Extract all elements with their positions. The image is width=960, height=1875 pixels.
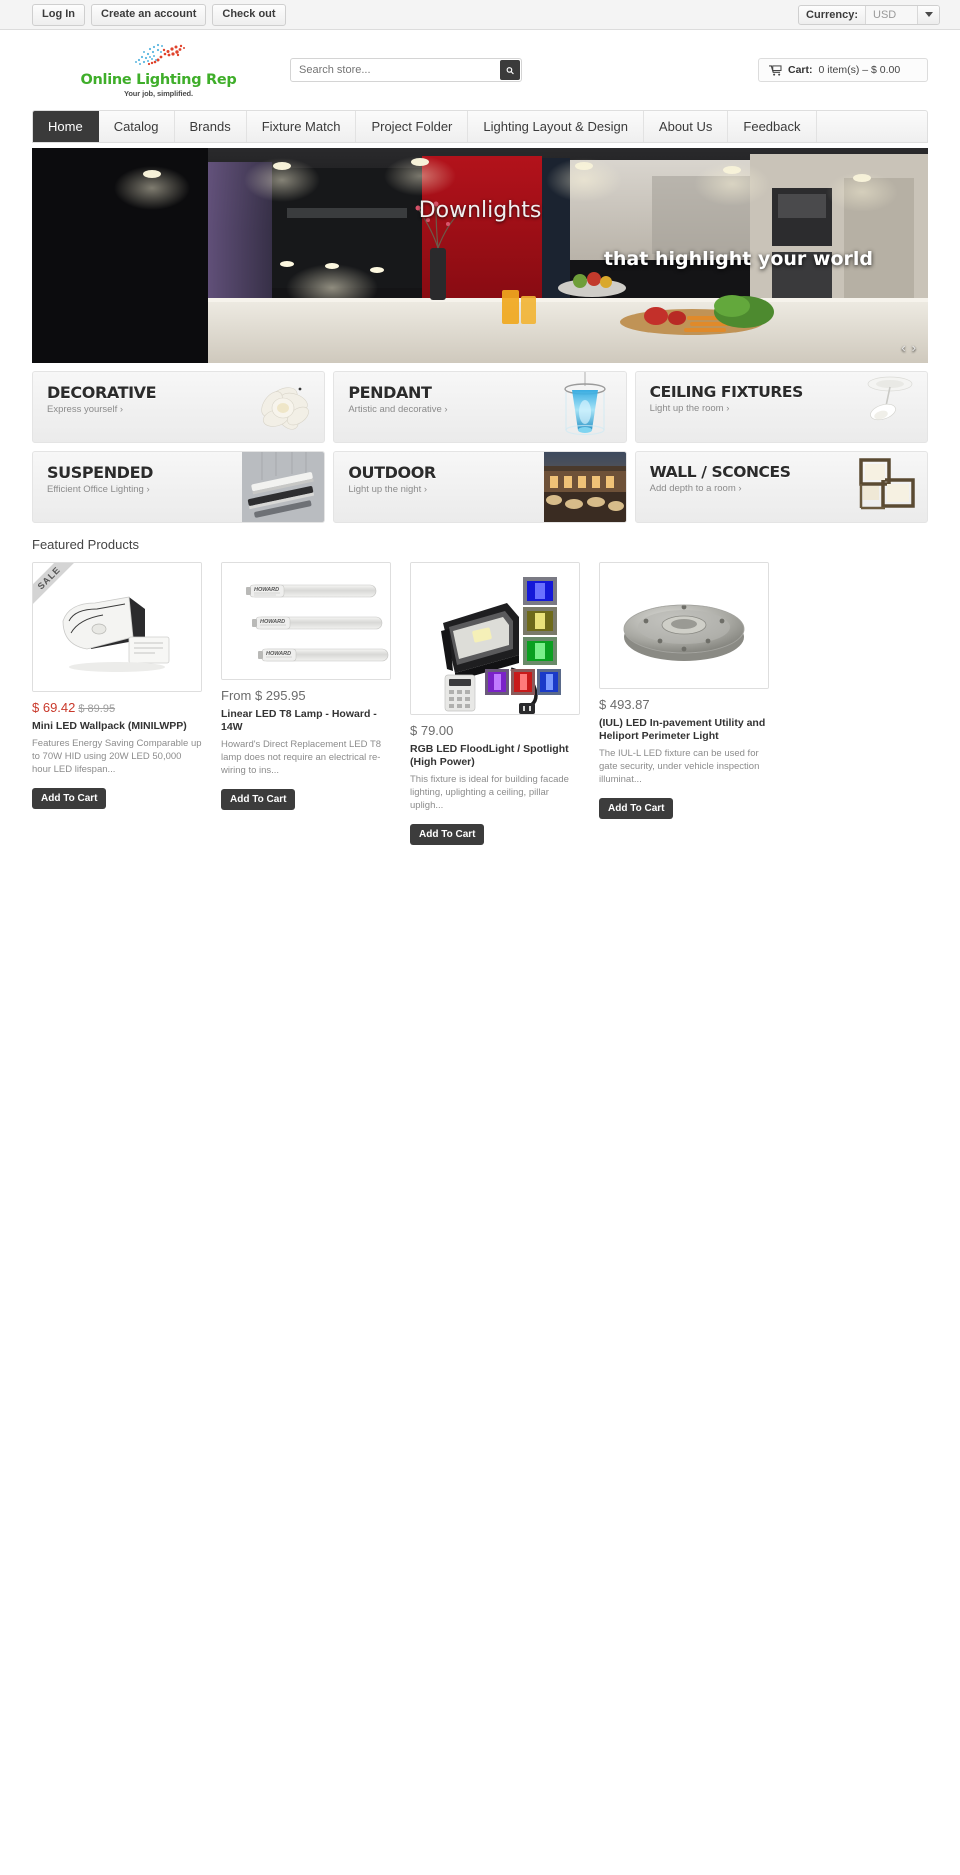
svg-text:HOWARD: HOWARD <box>266 651 291 657</box>
product-description: Features Energy Saving Comparable up to … <box>32 738 202 775</box>
category-title: OUTDOOR <box>348 463 436 482</box>
hero-banner[interactable]: Downlights that highlight your world ‹ › <box>32 148 928 363</box>
product-image-link[interactable]: HOWARD HOWARD HOWARD <box>221 562 391 680</box>
category-tiles-row-2: SUSPENDED Efficient Office Lighting › OU… <box>32 451 928 523</box>
search-form <box>290 58 522 82</box>
category-tile-outdoor[interactable]: OUTDOOR Light up the night › <box>333 451 627 523</box>
mini-led-wallpack-image <box>33 563 201 691</box>
blue-glass-pendant-icon <box>563 372 606 436</box>
nav-item-about-us[interactable]: About Us <box>644 111 729 142</box>
account-button-group: Log In Create an account Check out <box>32 3 286 26</box>
hero-carousel-controls: ‹ › <box>901 340 916 355</box>
category-title: SUSPENDED <box>47 463 153 482</box>
rgb-led-floodlight-image <box>411 563 579 714</box>
in-pavement-light-image <box>600 563 768 688</box>
product-title[interactable]: Mini LED Wallpack (MINILWPP) <box>32 720 202 733</box>
linear-led-t8-lamps-image: HOWARD HOWARD HOWARD <box>222 563 390 679</box>
category-subtitle: Express yourself › <box>47 404 124 415</box>
category-subtitle: Add depth to a room › <box>649 483 742 494</box>
white-ceiling-fixture-icon <box>867 376 913 421</box>
featured-products-grid: SALE $ 69.42 $ 89.95 Mini LED Wallpack (M… <box>32 562 928 845</box>
wall-sconce-icon <box>859 458 915 510</box>
category-subtitle: Light up the room › <box>649 403 730 414</box>
nav-item-lighting-layout-design[interactable]: Lighting Layout & Design <box>468 111 644 142</box>
product-image-link[interactable] <box>599 562 769 689</box>
logo-wordmark: Online Lighting Rep <box>80 72 237 88</box>
add-to-cart-button[interactable]: Add To Cart <box>599 798 674 819</box>
currency-label: Currency: <box>806 8 858 21</box>
top-utility-bar: Log In Create an account Check out Curre… <box>0 0 960 30</box>
hero-subheadline: that highlight your world <box>603 248 873 270</box>
search-button[interactable] <box>500 60 520 80</box>
category-tiles: DECORATIVE Express yourself › PENDANT Ar… <box>32 371 928 523</box>
logo-tagline: Your job, simplified. <box>123 89 193 98</box>
svg-text:HOWARD: HOWARD <box>254 587 279 593</box>
product-price: $ 79.00 <box>410 723 454 738</box>
currency-selector[interactable]: Currency: USD <box>798 4 940 25</box>
white-flower-pendant-icon <box>261 387 310 430</box>
product-sale-price: $ 69.42 <box>32 700 76 715</box>
category-subtitle: Efficient Office Lighting › <box>47 484 150 495</box>
currency-value: USD <box>865 5 917 24</box>
featured-products-heading: Featured Products <box>32 537 139 552</box>
logo-burst-icon <box>128 42 190 72</box>
category-subtitle: Light up the night › <box>348 484 428 495</box>
category-title: WALL / SCONCES <box>649 463 791 481</box>
product-original-price: $ 89.95 <box>78 703 116 715</box>
checkout-button[interactable]: Check out <box>212 3 286 26</box>
cart-label: Cart: <box>788 64 813 76</box>
site-header: Online Lighting Rep Your job, simplified… <box>0 30 960 110</box>
product-card: HOWARD HOWARD HOWARD From $ 295.95 Linea… <box>221 562 391 810</box>
search-input[interactable] <box>290 58 522 82</box>
nav-item-project-folder[interactable]: Project Folder <box>356 111 469 142</box>
add-to-cart-button[interactable]: Add To Cart <box>32 788 107 809</box>
category-tile-suspended[interactable]: SUSPENDED Efficient Office Lighting › <box>32 451 326 523</box>
product-image-link[interactable]: SALE <box>32 562 202 692</box>
category-tile-ceiling-fixtures[interactable]: CEILING FIXTURES Light up the room › <box>634 371 928 443</box>
nav-item-home[interactable]: Home <box>33 111 99 142</box>
category-tiles-row-1: DECORATIVE Express yourself › PENDANT Ar… <box>32 371 928 443</box>
product-image-link[interactable] <box>410 562 580 715</box>
category-title: CEILING FIXTURES <box>649 383 804 401</box>
product-title[interactable]: Linear LED T8 Lamp - Howard - 14W <box>221 708 391 734</box>
add-to-cart-button[interactable]: Add To Cart <box>410 824 485 845</box>
product-title[interactable]: (IUL) LED In-pavement Utility and Helipo… <box>599 717 769 743</box>
chevron-down-icon[interactable] <box>917 5 939 24</box>
cart-summary[interactable]: Cart: 0 item(s) – $ 0.00 <box>758 58 928 82</box>
hero-headline: Downlights <box>418 198 542 223</box>
outdoor-walkway-lights-icon <box>543 452 626 522</box>
category-tile-wall-sconces[interactable]: WALL / SCONCES Add depth to a room › <box>634 451 928 523</box>
category-title: DECORATIVE <box>47 383 157 402</box>
cart-total: 0 item(s) – $ 0.00 <box>818 64 901 76</box>
carousel-prev-icon[interactable]: ‹ <box>901 340 905 355</box>
main-navigation: Home Catalog Brands Fixture Match Projec… <box>32 110 928 143</box>
product-price: $ 493.87 <box>599 697 650 712</box>
linear-suspended-fixture-icon <box>242 452 325 522</box>
carousel-next-icon[interactable]: › <box>912 340 916 355</box>
site-logo[interactable]: Online Lighting Rep Your job, simplified… <box>32 42 267 98</box>
svg-text:HOWARD: HOWARD <box>260 619 285 625</box>
product-price: From $ 295.95 <box>221 688 306 703</box>
cart-icon <box>769 64 782 76</box>
product-card: $ 79.00 RGB LED FloodLight / Spotlight (… <box>410 562 580 845</box>
category-tile-pendant[interactable]: PENDANT Artistic and decorative › <box>333 371 627 443</box>
create-account-button[interactable]: Create an account <box>91 3 207 26</box>
product-title[interactable]: RGB LED FloodLight / Spotlight (High Pow… <box>410 743 580 769</box>
category-subtitle: Artistic and decorative › <box>348 404 448 415</box>
product-price: $ 69.42 $ 89.95 <box>32 700 202 715</box>
product-card: SALE $ 69.42 $ 89.95 Mini LED Wallpack (M… <box>32 562 202 809</box>
add-to-cart-button[interactable]: Add To Cart <box>221 789 296 810</box>
login-button[interactable]: Log In <box>32 3 85 26</box>
product-card: $ 493.87 (IUL) LED In-pavement Utility a… <box>599 562 769 819</box>
product-description: The IUL-L LED fixture can be used for ga… <box>599 748 760 785</box>
nav-item-brands[interactable]: Brands <box>175 111 247 142</box>
product-description: Howard's Direct Replacement LED T8 lamp … <box>221 739 382 776</box>
product-description: This fixture is ideal for building facad… <box>410 774 569 811</box>
category-tile-decorative[interactable]: DECORATIVE Express yourself › <box>32 371 326 443</box>
search-icon <box>506 66 514 74</box>
nav-item-fixture-match[interactable]: Fixture Match <box>247 111 357 142</box>
category-title: PENDANT <box>348 383 432 402</box>
nav-item-feedback[interactable]: Feedback <box>728 111 817 142</box>
nav-item-catalog[interactable]: Catalog <box>99 111 175 142</box>
